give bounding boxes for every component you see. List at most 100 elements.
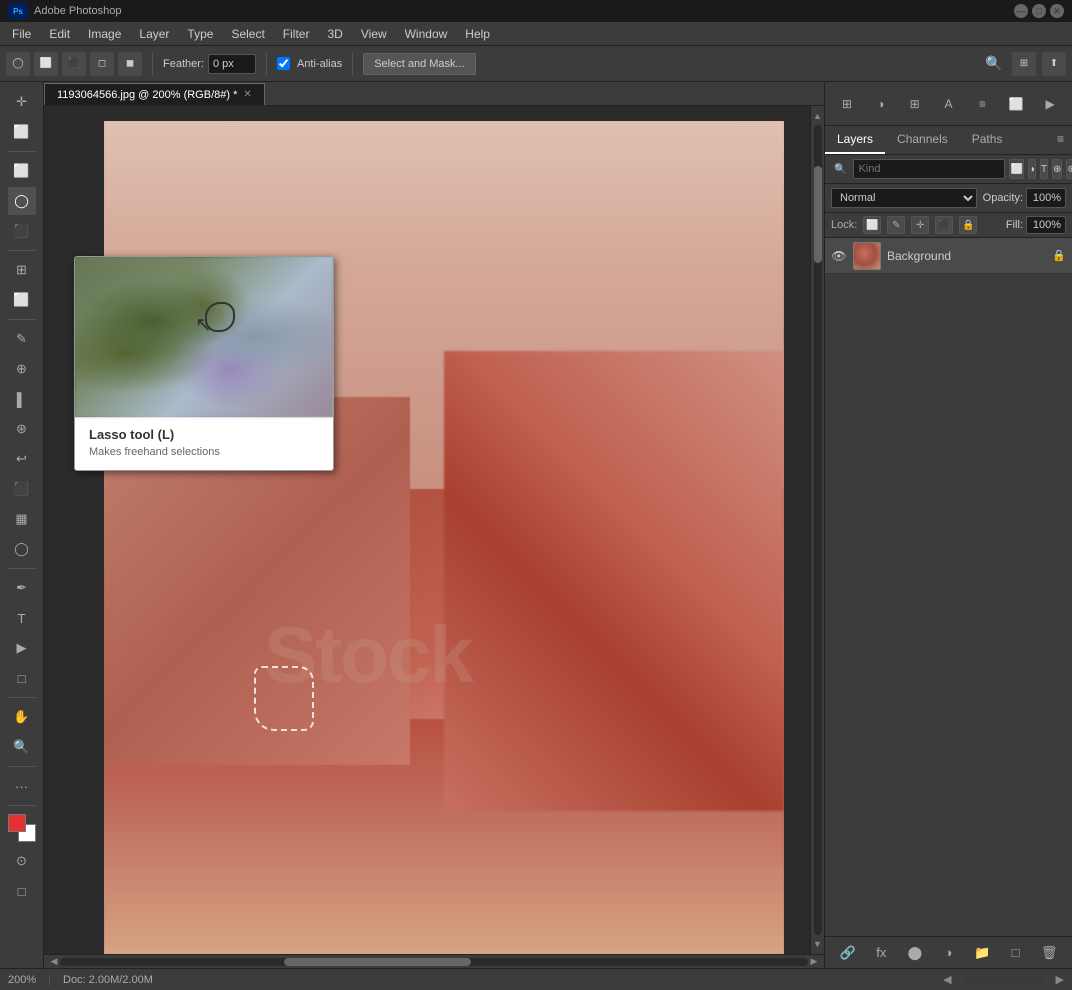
lock-transparent-btn[interactable]: ⬜ xyxy=(863,216,881,234)
close-button[interactable]: ✕ xyxy=(1050,4,1064,18)
hscroll-left-arrow[interactable]: ◀ xyxy=(48,956,60,968)
crop-tool[interactable]: ⊞ xyxy=(8,256,36,284)
menu-file[interactable]: File xyxy=(4,24,39,44)
layer-visibility-toggle[interactable]: 👁 xyxy=(831,248,847,264)
menu-image[interactable]: Image xyxy=(80,24,129,44)
pen-tool[interactable]: ✒ xyxy=(8,574,36,602)
marquee-tool[interactable]: ⬜ xyxy=(8,157,36,185)
delete-layer-btn[interactable]: 🗑 xyxy=(1038,942,1060,964)
lock-position-btn[interactable]: ✛ xyxy=(911,216,929,234)
lock-artboard-btn[interactable]: ⬛ xyxy=(935,216,953,234)
lasso-tool[interactable]: ◯ xyxy=(8,187,36,215)
hscroll-track[interactable] xyxy=(60,958,808,966)
zoom-tool[interactable]: 🔍 xyxy=(8,733,36,761)
maximize-button[interactable]: □ xyxy=(1032,4,1046,18)
layers-search-input[interactable] xyxy=(853,159,1005,179)
heal-tool[interactable]: ⊕ xyxy=(8,355,36,383)
menu-edit[interactable]: Edit xyxy=(41,24,78,44)
add-group-btn[interactable]: 📁 xyxy=(971,942,993,964)
move-tool[interactable]: ✛ xyxy=(8,88,36,116)
layers-panel-menu[interactable]: ≡ xyxy=(1049,126,1072,154)
layer-item-background[interactable]: 👁 Background 🔒 xyxy=(825,238,1072,274)
toolbar-tool-option4[interactable]: ◼ xyxy=(118,52,142,76)
lock-all-btn[interactable]: 🔒 xyxy=(959,216,977,234)
vscroll-up-arrow[interactable]: ▲ xyxy=(812,110,824,122)
tab-channels[interactable]: Channels xyxy=(885,126,960,154)
gradient-tool[interactable]: ▦ xyxy=(8,505,36,533)
menu-filter[interactable]: Filter xyxy=(275,24,318,44)
add-mask-btn[interactable]: ⬤ xyxy=(904,942,926,964)
search-button[interactable]: 🔍 xyxy=(982,52,1006,76)
toolbar-tool-option1[interactable]: ⬜ xyxy=(34,52,58,76)
path-select-tool[interactable]: ▶ xyxy=(8,634,36,662)
foreground-color[interactable] xyxy=(8,814,26,832)
toolbar-tool-option2[interactable]: ⬛ xyxy=(62,52,86,76)
eyedropper-tool[interactable]: ✎ xyxy=(8,325,36,353)
history-brush[interactable]: ↩ xyxy=(8,445,36,473)
link-layers-btn[interactable]: 🔗 xyxy=(837,942,859,964)
panel-arrange-icon[interactable]: ⊞ xyxy=(833,90,861,118)
more-tools[interactable]: ··· xyxy=(8,772,36,800)
filter-pixel-btn[interactable]: ⬜ xyxy=(1009,159,1023,179)
tab-close-button[interactable]: ✕ xyxy=(243,89,251,100)
menu-view[interactable]: View xyxy=(353,24,395,44)
lock-paint-btn[interactable]: ✎ xyxy=(887,216,905,234)
filter-text-btn[interactable]: T xyxy=(1040,159,1048,179)
window-controls[interactable]: — □ ✕ xyxy=(1014,4,1064,18)
menu-3d[interactable]: 3D xyxy=(319,24,350,44)
toolbar-tool-option3[interactable]: ◻ xyxy=(90,52,114,76)
minimize-button[interactable]: — xyxy=(1014,4,1028,18)
tab-layers[interactable]: Layers xyxy=(825,126,885,154)
scroll-right-btn[interactable]: ▶ xyxy=(1056,973,1064,986)
hscroll-right-arrow[interactable]: ▶ xyxy=(808,956,820,968)
filter-shape-btn[interactable]: ⊕ xyxy=(1052,159,1062,179)
brush-tool[interactable]: ▌ xyxy=(8,385,36,413)
frame-tool[interactable]: ⬜ xyxy=(8,286,36,314)
vscroll-track[interactable] xyxy=(814,125,822,935)
canvas-hscrollbar[interactable]: ◀ ▶ xyxy=(44,954,824,968)
panel-learn-icon[interactable]: ▶ xyxy=(1036,90,1064,118)
canvas-container[interactable]: Stock ↖ Lasso tool (L) Makes freehand se… xyxy=(44,106,824,954)
menu-help[interactable]: Help xyxy=(457,24,498,44)
quick-mask-btn[interactable]: ⊙ xyxy=(8,847,36,875)
vscroll-down-arrow[interactable]: ▼ xyxy=(812,938,824,950)
text-tool[interactable]: T xyxy=(8,604,36,632)
panel-char-icon[interactable]: A xyxy=(935,90,963,118)
menu-layer[interactable]: Layer xyxy=(131,24,177,44)
clone-tool[interactable]: ⊛ xyxy=(8,415,36,443)
panel-history-icon[interactable]: ⊞ xyxy=(901,90,929,118)
new-layer-btn[interactable]: □ xyxy=(1005,942,1027,964)
share-button[interactable]: ⬆ xyxy=(1042,52,1066,76)
canvas-vscrollbar[interactable]: ▲ ▼ xyxy=(810,106,824,954)
filter-adj-btn[interactable]: ◑ xyxy=(1028,159,1036,179)
add-style-btn[interactable]: fx xyxy=(870,942,892,964)
dodge-tool[interactable]: ◯ xyxy=(8,535,36,563)
menu-select[interactable]: Select xyxy=(223,24,272,44)
opacity-input[interactable] xyxy=(1026,188,1066,208)
eraser-tool[interactable]: ⬛ xyxy=(8,475,36,503)
menu-type[interactable]: Type xyxy=(179,24,221,44)
panel-color-icon[interactable]: ◑ xyxy=(867,90,895,118)
canvas-tab-active[interactable]: 1193064566.jpg @ 200% (RGB/8#) * ✕ xyxy=(44,83,265,105)
foreground-background-colors[interactable] xyxy=(8,814,36,842)
panel-align-icon[interactable]: ≡ xyxy=(968,90,996,118)
menu-window[interactable]: Window xyxy=(397,24,456,44)
artboard-tool[interactable]: ⬜ xyxy=(8,118,36,146)
add-adjustment-btn[interactable]: ◑ xyxy=(937,942,959,964)
change-screen-mode[interactable]: □ xyxy=(8,877,36,905)
filter-smart-btn[interactable]: ⊛ xyxy=(1066,159,1072,179)
vscroll-thumb[interactable] xyxy=(814,166,822,263)
shape-tool[interactable]: □ xyxy=(8,664,36,692)
magic-wand-tool[interactable]: ⬛ xyxy=(8,217,36,245)
feather-input[interactable] xyxy=(208,54,256,74)
panel-layer-comp-icon[interactable]: ⬜ xyxy=(1002,90,1030,118)
tab-paths[interactable]: Paths xyxy=(960,126,1015,154)
select-mask-button[interactable]: Select and Mask... xyxy=(363,53,476,75)
hscroll-thumb[interactable] xyxy=(284,958,471,966)
antialias-checkbox[interactable] xyxy=(277,57,290,70)
blend-mode-select[interactable]: Normal Multiply Screen xyxy=(831,188,977,208)
scroll-left-btn[interactable]: ◀ xyxy=(943,973,951,986)
hand-tool[interactable]: ✋ xyxy=(8,703,36,731)
workspace-button[interactable]: ⊞ xyxy=(1012,52,1036,76)
fill-input[interactable] xyxy=(1026,216,1066,234)
